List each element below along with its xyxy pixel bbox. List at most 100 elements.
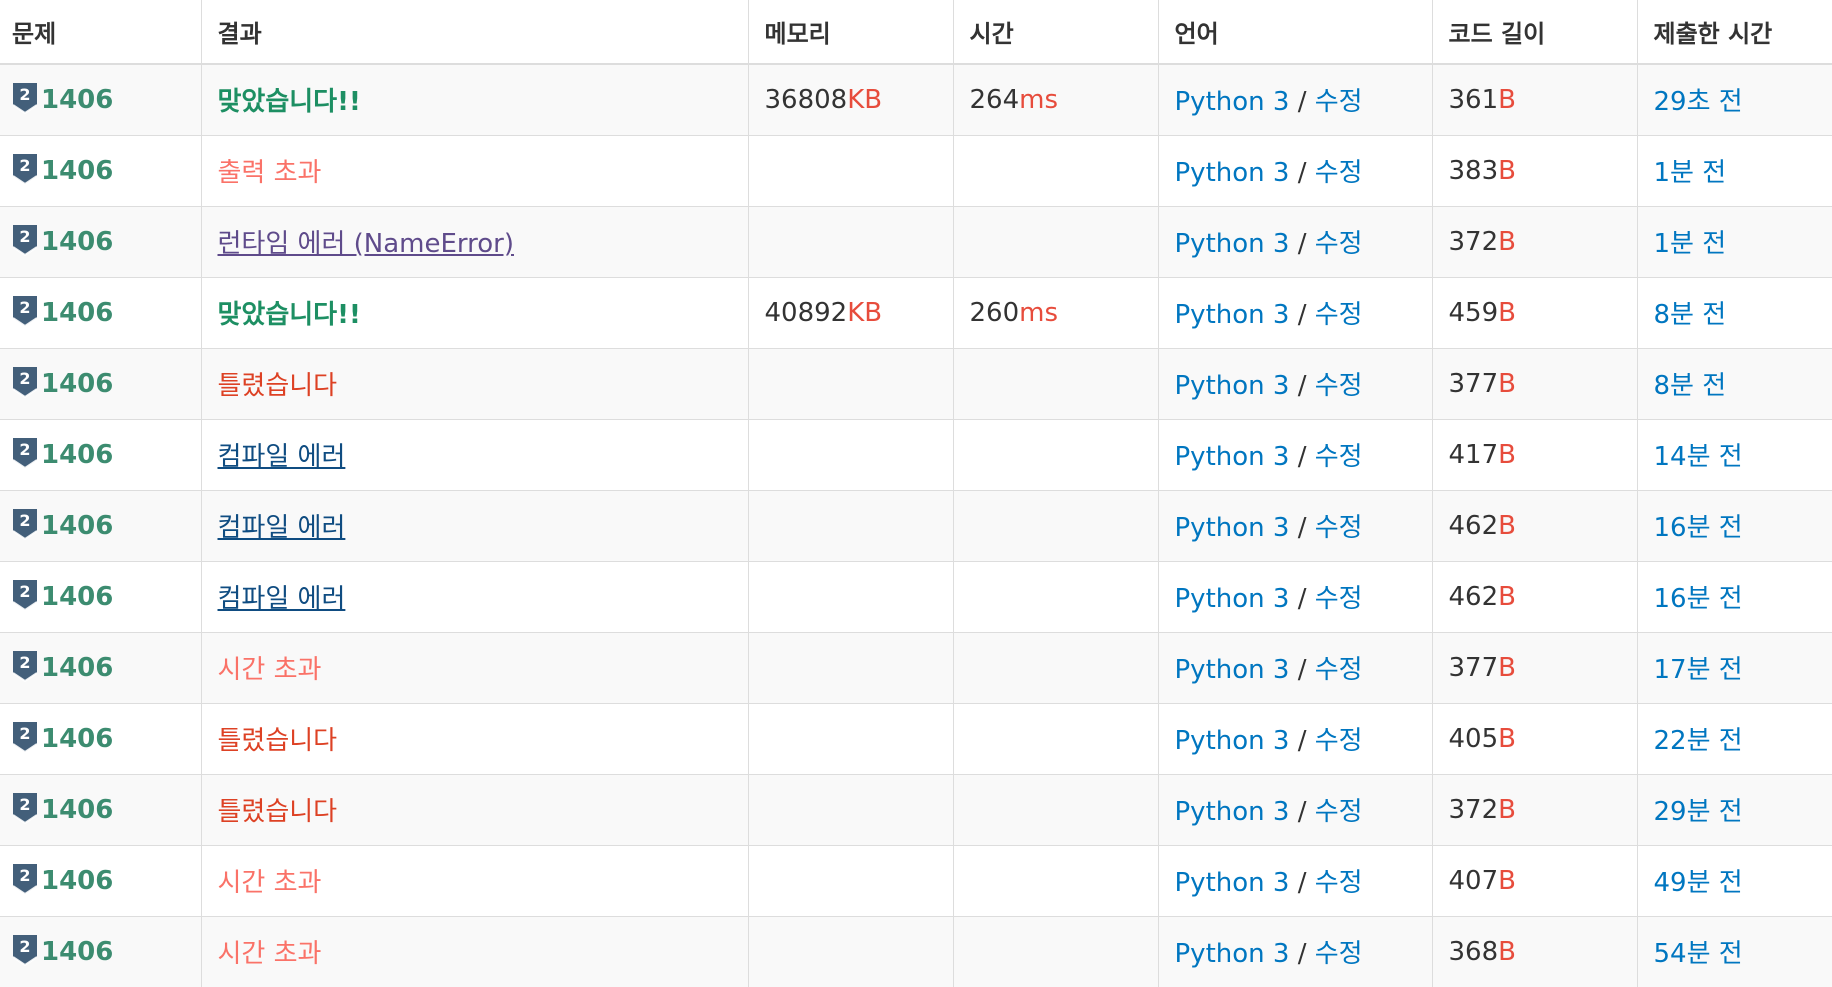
memory-value: 36808 xyxy=(764,84,848,115)
problem-link[interactable]: 1406 xyxy=(41,653,113,683)
cell-result: 컴파일 에러 xyxy=(200,418,748,490)
code-length-value: 377 xyxy=(1448,652,1499,683)
problem-link[interactable]: 1406 xyxy=(41,795,113,825)
svg-text:2: 2 xyxy=(19,582,30,601)
submitted-time-link[interactable]: 1분 전 xyxy=(1654,229,1727,259)
problem-link[interactable]: 1406 xyxy=(41,156,113,186)
cell-code-length: 459B xyxy=(1431,276,1637,348)
language-link[interactable]: Python 3 xyxy=(1175,584,1290,614)
header-row: 문제 결과 메모리 시간 언어 코드 길이 제출한 시간 xyxy=(0,0,1832,65)
edit-link[interactable]: 수정 xyxy=(1315,513,1363,543)
cell-submitted: 49분 전 xyxy=(1636,844,1832,916)
problem-link[interactable]: 1406 xyxy=(41,937,113,967)
problem-link[interactable]: 1406 xyxy=(41,369,113,399)
silver-tier-shield-icon: 2 xyxy=(12,224,38,256)
edit-link[interactable]: 수정 xyxy=(1315,87,1363,117)
table-row: 2 1406 틀렸습니다 Python 3 / 수정 372B 29분 전 xyxy=(0,773,1832,845)
table-row: 2 1406 컴파일 에러 Python 3 / 수정 462B 16분 전 xyxy=(0,489,1832,561)
cell-code-length: 377B xyxy=(1431,347,1637,419)
edit-link[interactable]: 수정 xyxy=(1315,300,1363,330)
cell-time xyxy=(952,418,1158,490)
problem-link[interactable]: 1406 xyxy=(41,298,113,328)
edit-link[interactable]: 수정 xyxy=(1315,229,1363,259)
language-link[interactable]: Python 3 xyxy=(1175,300,1290,330)
submitted-time-link[interactable]: 49분 전 xyxy=(1654,868,1743,898)
problem-link[interactable]: 1406 xyxy=(41,227,113,257)
submitted-time-link[interactable]: 16분 전 xyxy=(1654,513,1743,543)
problem-link[interactable]: 1406 xyxy=(41,866,113,896)
language-link[interactable]: Python 3 xyxy=(1175,442,1290,472)
svg-text:2: 2 xyxy=(19,795,30,814)
svg-text:2: 2 xyxy=(19,369,30,388)
submitted-time-link[interactable]: 29초 전 xyxy=(1654,87,1743,117)
language-link[interactable]: Python 3 xyxy=(1175,229,1290,259)
problem-link[interactable]: 1406 xyxy=(41,511,113,541)
submitted-time-link[interactable]: 8분 전 xyxy=(1654,300,1727,330)
silver-tier-shield-icon: 2 xyxy=(12,437,38,469)
cell-language: Python 3 / 수정 xyxy=(1157,134,1432,206)
header-code-length: 코드 길이 xyxy=(1431,0,1637,65)
time-unit: ms xyxy=(1019,84,1059,115)
edit-link[interactable]: 수정 xyxy=(1315,939,1363,969)
submitted-time-link[interactable]: 22분 전 xyxy=(1654,726,1743,756)
language-link[interactable]: Python 3 xyxy=(1175,797,1290,827)
submitted-time-link[interactable]: 14분 전 xyxy=(1654,442,1743,472)
code-length-unit: B xyxy=(1498,652,1516,683)
submitted-time-link[interactable]: 54분 전 xyxy=(1654,939,1743,969)
code-length-unit: B xyxy=(1498,297,1516,328)
edit-link[interactable]: 수정 xyxy=(1315,868,1363,898)
edit-link[interactable]: 수정 xyxy=(1315,584,1363,614)
svg-text:2: 2 xyxy=(19,511,30,530)
submitted-time-link[interactable]: 17분 전 xyxy=(1654,655,1743,685)
language-link[interactable]: Python 3 xyxy=(1175,87,1290,117)
result-label[interactable]: 컴파일 에러 xyxy=(218,584,346,614)
submitted-time-link[interactable]: 16분 전 xyxy=(1654,584,1743,614)
language-link[interactable]: Python 3 xyxy=(1175,371,1290,401)
table-body: 2 1406 맞았습니다!! 36808KB 264ms Python 3 / … xyxy=(0,63,1832,987)
problem-link[interactable]: 1406 xyxy=(41,582,113,612)
edit-link[interactable]: 수정 xyxy=(1315,442,1363,472)
result-label[interactable]: 컴파일 에러 xyxy=(218,442,346,472)
result-label[interactable]: 컴파일 에러 xyxy=(218,513,346,543)
problem-link[interactable]: 1406 xyxy=(41,440,113,470)
edit-link[interactable]: 수정 xyxy=(1315,158,1363,188)
result-label: 틀렸습니다 xyxy=(217,726,338,756)
cell-submitted: 16분 전 xyxy=(1636,489,1832,561)
code-length-value: 372 xyxy=(1448,794,1499,825)
language-link[interactable]: Python 3 xyxy=(1175,726,1290,756)
submitted-time-link[interactable]: 8분 전 xyxy=(1654,371,1727,401)
cell-language: Python 3 / 수정 xyxy=(1157,489,1432,561)
edit-link[interactable]: 수정 xyxy=(1315,655,1363,685)
submitted-time-link[interactable]: 29분 전 xyxy=(1654,797,1743,827)
edit-link[interactable]: 수정 xyxy=(1315,797,1363,827)
cell-submitted: 8분 전 xyxy=(1636,347,1832,419)
language-link[interactable]: Python 3 xyxy=(1175,513,1290,543)
submitted-time-link[interactable]: 1분 전 xyxy=(1654,158,1727,188)
cell-submitted: 22분 전 xyxy=(1636,702,1832,774)
cell-code-length: 368B xyxy=(1431,915,1637,987)
cell-result: 맞았습니다!! xyxy=(200,276,748,348)
cell-language: Python 3 / 수정 xyxy=(1157,844,1432,916)
result-label: 틀렸습니다 xyxy=(217,797,338,827)
cell-code-length: 407B xyxy=(1431,844,1637,916)
header-memory: 메모리 xyxy=(747,0,953,65)
cell-code-length: 372B xyxy=(1431,205,1637,277)
result-label[interactable]: 런타임 에러 (NameError) xyxy=(218,229,515,259)
cell-problem: 2 1406 xyxy=(0,205,201,277)
cell-submitted: 54분 전 xyxy=(1636,915,1832,987)
problem-link[interactable]: 1406 xyxy=(41,724,113,754)
language-link[interactable]: Python 3 xyxy=(1175,655,1290,685)
cell-time xyxy=(952,773,1158,845)
language-link[interactable]: Python 3 xyxy=(1175,158,1290,188)
language-link[interactable]: Python 3 xyxy=(1175,939,1290,969)
language-separator: / xyxy=(1289,87,1315,118)
svg-text:2: 2 xyxy=(19,156,30,175)
cell-problem: 2 1406 xyxy=(0,347,201,419)
problem-link[interactable]: 1406 xyxy=(41,85,113,115)
memory-value: 40892 xyxy=(764,297,848,328)
cell-result: 시간 초과 xyxy=(200,844,748,916)
cell-memory xyxy=(747,844,953,916)
edit-link[interactable]: 수정 xyxy=(1315,726,1363,756)
edit-link[interactable]: 수정 xyxy=(1315,371,1363,401)
language-link[interactable]: Python 3 xyxy=(1175,868,1290,898)
